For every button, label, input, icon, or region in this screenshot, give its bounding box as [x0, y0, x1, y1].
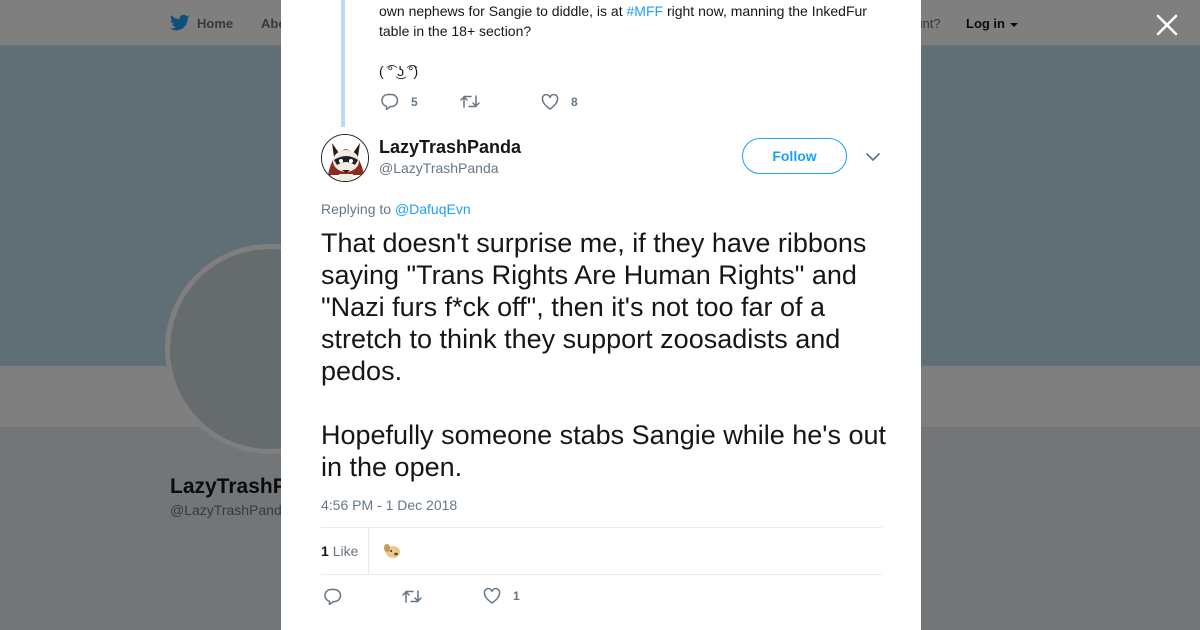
author-handle[interactable]: @LazyTrashPanda [379, 160, 499, 176]
raccoon-avatar-icon [322, 135, 368, 181]
heart-icon [483, 588, 501, 604]
author-name[interactable]: LazyTrashPanda [379, 137, 521, 158]
previous-like-count: 8 [571, 95, 578, 109]
tweet-paragraph: That doesn't surprise me, if they have r… [321, 228, 867, 386]
like-count: 1 [513, 589, 520, 603]
previous-tweet-text: own nephews for Sangie to diddle, is at … [379, 1, 889, 41]
tweet-text: That doesn't surprise me, if they have r… [321, 227, 896, 483]
liker-avatar[interactable] [383, 541, 403, 561]
tweet-modal: own nephews for Sangie to diddle, is at … [281, 0, 921, 630]
replying-to: Replying to @DafuqEvn [321, 201, 471, 217]
like-stat[interactable]: 1 Like [321, 543, 358, 559]
previous-tweet-face: ( ͡° ͜ʖ ͡°) [379, 63, 419, 79]
close-button[interactable] [1154, 12, 1180, 38]
previous-retweet-button[interactable] [460, 94, 480, 109]
previous-like-button[interactable]: 8 [541, 94, 578, 110]
reply-icon [324, 588, 342, 605]
tweet-paragraph: Hopefully someone stabs Sangie while he'… [321, 420, 886, 482]
tweet-stats: 1 Like [321, 527, 882, 575]
replying-prefix: Replying to [321, 201, 395, 217]
retweet-icon [460, 95, 480, 108]
reply-icon [381, 93, 399, 110]
previous-tweet-text-a: own nephews for Sangie to diddle, is at [379, 3, 627, 19]
like-stat-number: 1 [321, 543, 329, 559]
tweet-timestamp[interactable]: 4:56 PM - 1 Dec 2018 [321, 497, 457, 513]
retweet-button[interactable] [402, 589, 422, 604]
chevron-down-icon [866, 153, 880, 161]
previous-reply-button[interactable]: 5 [381, 93, 418, 110]
stats-divider [368, 528, 369, 575]
like-button[interactable]: 1 [483, 588, 520, 604]
previous-reply-count: 5 [411, 94, 418, 109]
author-avatar[interactable] [321, 134, 369, 182]
reply-button[interactable] [324, 588, 342, 605]
more-options-button[interactable] [865, 150, 881, 164]
close-icon [1156, 14, 1178, 36]
thread-line [341, 0, 345, 127]
heart-icon [541, 94, 559, 110]
hashtag-link[interactable]: #MFF [627, 3, 664, 19]
follow-button[interactable]: Follow [742, 138, 847, 174]
like-stat-word: Like [332, 543, 359, 559]
dog-avatar-icon [384, 544, 400, 558]
retweet-icon [402, 590, 422, 603]
replying-to-link[interactable]: @DafuqEvn [395, 201, 471, 217]
